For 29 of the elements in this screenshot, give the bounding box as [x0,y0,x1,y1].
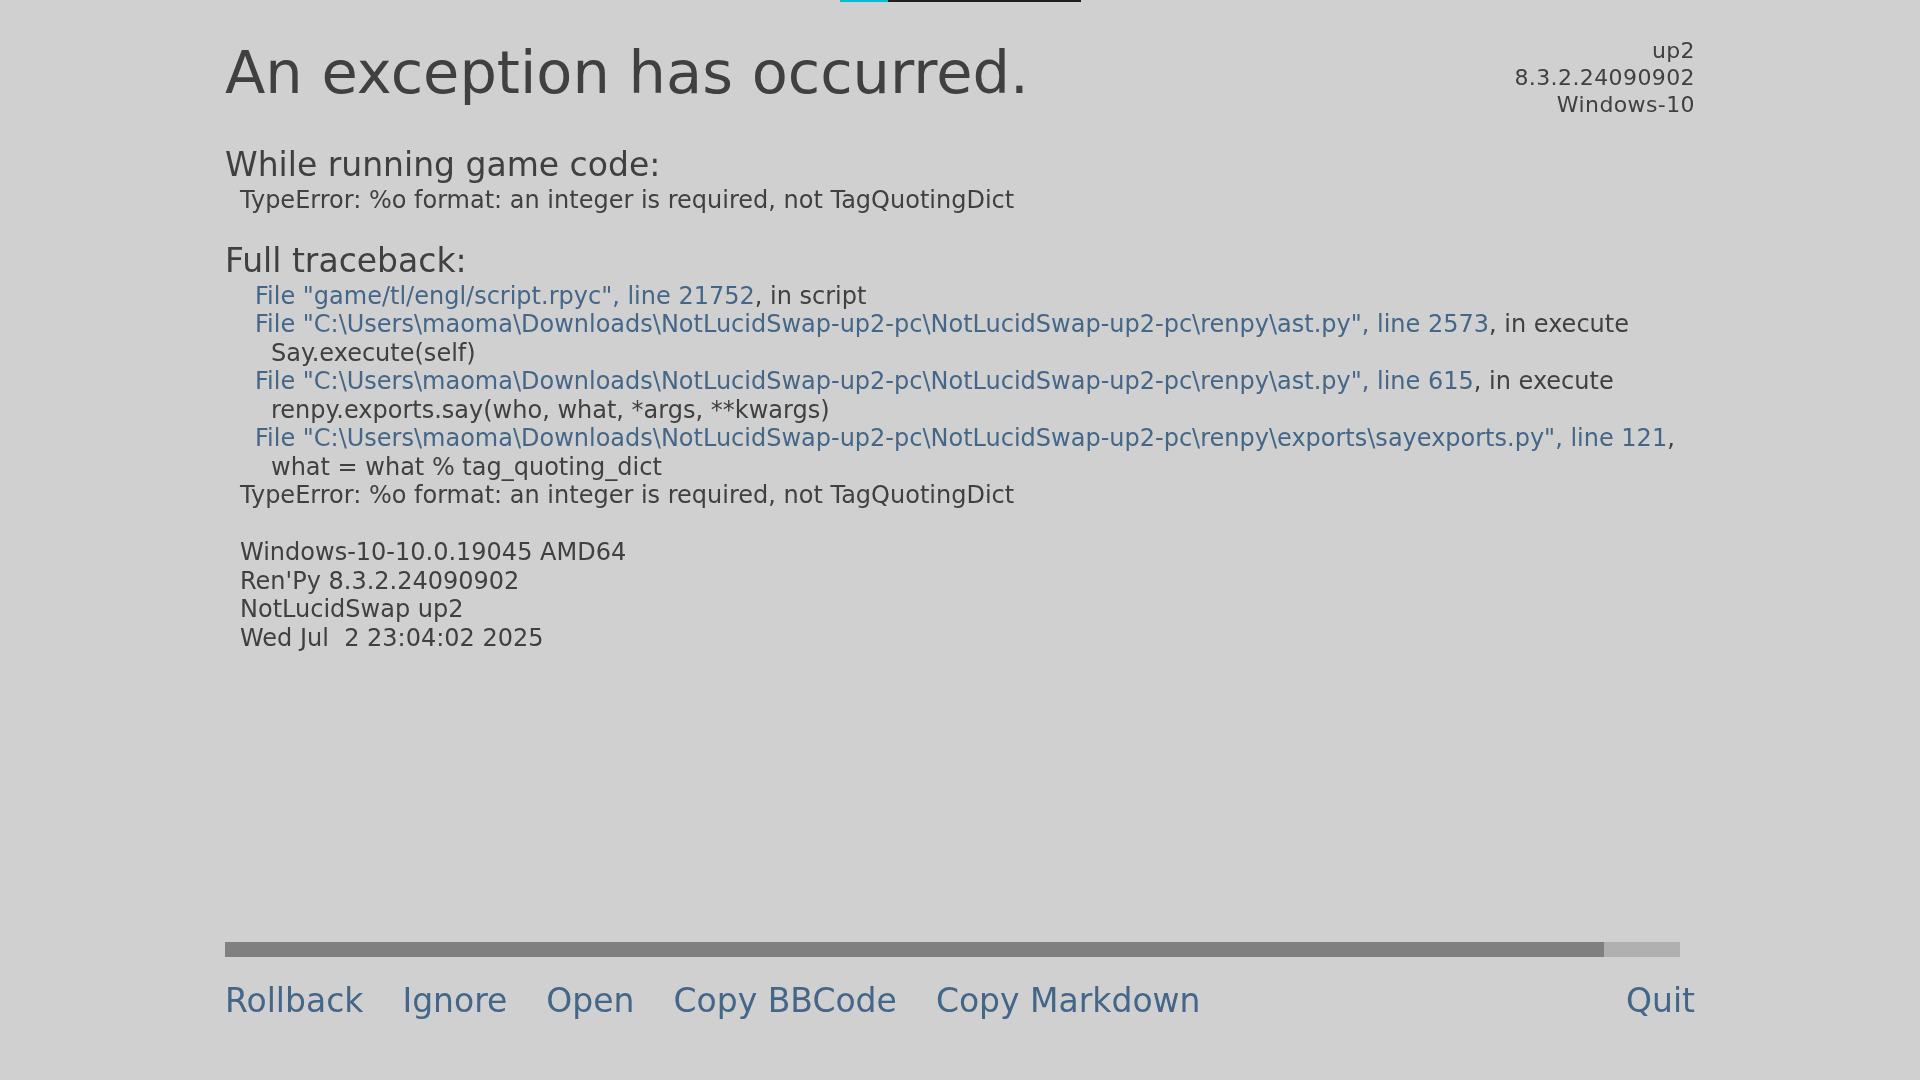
traceback-text: , [1667,424,1675,453]
build-info-text: Windows-10 [1556,91,1695,118]
system-info-text: Windows-10-10.0.19045 AMD64 [240,538,627,567]
page-title: An exception has occurred. [225,38,1029,108]
build-info-text: up2 [1651,37,1695,64]
action-button[interactable]: Ignore [402,982,508,1020]
section-heading: Full traceback: [225,241,467,280]
traceback-text: , in execute [1473,367,1614,396]
file-link[interactable]: File "game/tl/engl/script.rpyc", line 21752 [255,281,755,310]
file-link[interactable]: File "C:\Users\maoma\Downloads\NotLucidSwap-up2-pc\NotLucidSwap-up2-pc\renpy\ast.py", line 2573 [255,310,1490,339]
traceback-text: , in execute [1489,310,1629,339]
system-info-text: Ren'Py 8.3.2.24090902 [240,566,520,595]
system-info-text: Wed Jul 2 23:04:02 2025 [240,623,544,652]
file-link[interactable]: File "C:\Users\maoma\Downloads\NotLucidSwap-up2-pc\NotLucidSwap-up2-pc\renpy\exports\sayexports.py", line 121 [255,424,1668,453]
action-button[interactable]: Copy BBCode [673,982,897,1020]
code-line: what = what % tag_quoting_dict [271,452,662,481]
code-line: Say.execute(self) [271,338,476,367]
action-button[interactable]: Open [546,982,635,1020]
system-info-text: NotLucidSwap up2 [240,595,464,624]
section-heading: While running game code: [225,146,661,184]
quit-button[interactable]: Quit [1626,982,1695,1020]
file-link[interactable]: File "C:\Users\maoma\Downloads\NotLucidSwap-up2-pc\NotLucidSwap-up2-pc\renpy\ast.py", line 615 [255,367,1474,396]
error-message: TypeError: %o format: an integer is required, not TagQuotingDict [240,186,1015,215]
action-button[interactable]: Rollback [225,982,364,1020]
build-info-text: 8.3.2.24090902 [1514,64,1695,91]
code-line: renpy.exports.say(who, what, *args, **kwargs) [271,395,830,424]
error-message: TypeError: %o format: an integer is required, not TagQuotingDict [240,481,1015,510]
action-button[interactable]: Copy Markdown [935,982,1201,1020]
traceback-text: , in script [754,281,867,310]
